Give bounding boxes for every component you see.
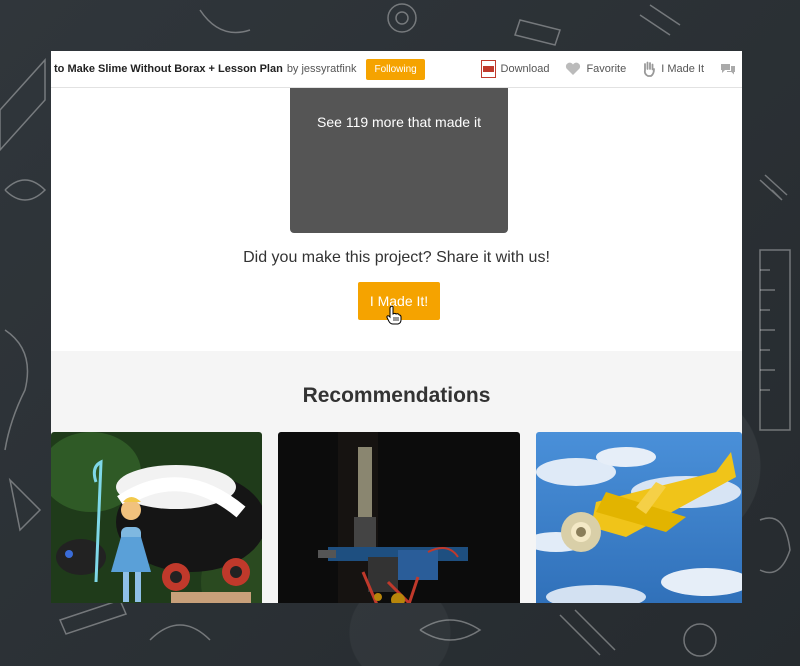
- comments-icon[interactable]: [720, 62, 736, 76]
- sticky-header: to Make Slime Without Borax + Lesson Pla…: [51, 51, 742, 88]
- recommendations-heading: Recommendations: [302, 384, 491, 407]
- author-link[interactable]: jessyratfink: [301, 63, 356, 75]
- project-title[interactable]: to Make Slime Without Borax + Lesson Pla…: [54, 63, 283, 75]
- favorite-button[interactable]: Favorite: [565, 62, 626, 76]
- recommendation-image: [536, 432, 742, 603]
- recommendation-card-robot[interactable]: [278, 432, 520, 603]
- hand-cursor-icon: [386, 305, 402, 325]
- see-more-made-it-tile[interactable]: See 119 more that made it: [290, 76, 508, 233]
- project-title-bar: to Make Slime Without Borax + Lesson Pla…: [54, 51, 425, 87]
- recommendation-image: [278, 432, 520, 603]
- favorite-label: Favorite: [586, 63, 627, 75]
- project-page: to Make Slime Without Borax + Lesson Pla…: [51, 51, 742, 603]
- header-actions: Download Favorite I Made It: [480, 51, 736, 87]
- made-it-label: I Made It: [661, 63, 704, 75]
- recommendation-card-plane[interactable]: [536, 432, 742, 603]
- share-prompt: Did you make this project? Share it with…: [243, 249, 550, 266]
- see-more-text: See 119 more that made it: [317, 114, 481, 130]
- recommendations-section: Recommendations: [51, 351, 742, 603]
- by-label: by: [286, 63, 299, 75]
- recommendation-card-toy-skunk[interactable]: [51, 432, 262, 603]
- following-button[interactable]: Following: [366, 58, 425, 80]
- recommendation-image: [51, 432, 262, 603]
- i-made-it-link[interactable]: I Made It: [642, 61, 704, 77]
- download-label: Download: [500, 63, 550, 75]
- heart-icon: [566, 62, 581, 75]
- download-button[interactable]: Download: [480, 60, 550, 78]
- hand-icon: [644, 61, 656, 77]
- pdf-icon: [480, 60, 496, 78]
